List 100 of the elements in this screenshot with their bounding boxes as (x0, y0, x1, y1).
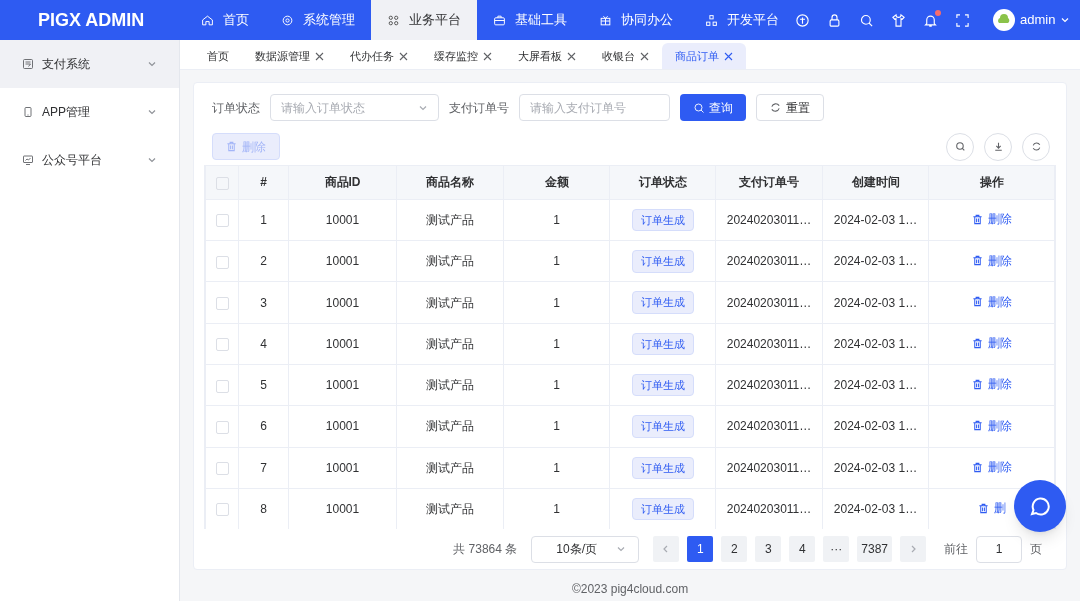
status-tag: 订单生成 (631, 456, 694, 480)
table-cell: 测试产品 (396, 199, 504, 241)
table-cell: 测试产品 (396, 364, 504, 406)
table-cell: 20240203011… (715, 364, 823, 406)
table-cell: 测试产品 (396, 323, 504, 365)
field-label: 订单状态 (212, 99, 260, 117)
table-cell: 2024-02-03 1… (822, 447, 929, 489)
table-cell: 2024-02-03 1… (822, 281, 929, 324)
table-cell: 2024-02-03 1… (822, 405, 929, 448)
logo-text: PIGX ADMIN (37, 8, 146, 32)
table-cell: 20240203011… (715, 240, 823, 282)
delete-link[interactable]: 删除 (971, 416, 1012, 435)
delete-link[interactable]: 删 (977, 499, 1006, 518)
column-header: # (238, 165, 289, 200)
table-cell: 测试产品 (396, 447, 504, 489)
status-tag: 订单生成 (631, 250, 694, 273)
page-tab[interactable]: 首页 (194, 43, 242, 69)
page-tab[interactable]: 收银台 (589, 43, 662, 69)
page-tab[interactable]: 数据源管理 (242, 43, 337, 69)
input-field[interactable]: 请输入支付订单号 (519, 94, 670, 122)
delete-link[interactable]: 删除 (971, 458, 1012, 477)
delete-link[interactable]: 删除 (971, 251, 1012, 270)
column-header: 商品ID (288, 165, 397, 200)
table-cell: 1 (503, 199, 610, 241)
table-cell: 20240203011… (715, 323, 823, 365)
table-cell: 10001 (288, 447, 397, 489)
page-tab[interactable]: 缓存监控 (421, 43, 505, 69)
table-cell: 2 (238, 240, 289, 282)
field-label: 支付订单号 (449, 99, 509, 117)
table-cell: 1 (238, 199, 289, 241)
column-header: 支付订单号 (715, 165, 823, 200)
table-cell: 1 (503, 405, 610, 448)
table-cell: 测试产品 (396, 281, 504, 324)
table-cell: 1 (503, 323, 610, 365)
copyright-text: ©2023 pig4cloud.com (570, 581, 690, 598)
table-cell: 1 (503, 281, 610, 324)
page-button[interactable]: 4 (789, 536, 816, 563)
nav-tab[interactable]: 协同办公 (583, 0, 689, 40)
nav-tab[interactable]: 系统管理 (265, 0, 371, 40)
nav-tab[interactable]: 业务平台 (371, 0, 477, 40)
column-header: 操作 (928, 165, 1055, 200)
jump-label: 前往 (944, 541, 968, 559)
page-button[interactable]: 7387 (857, 536, 892, 563)
sidebar-item[interactable]: 支付系统 (0, 40, 179, 88)
page-button[interactable]: 2 (721, 536, 748, 563)
status-tag: 订单生成 (631, 332, 694, 356)
table-cell: 7 (238, 447, 289, 489)
column-header: 创建时间 (822, 165, 929, 200)
page-button[interactable]: ··· (823, 536, 850, 563)
status-tag: 订单生成 (631, 208, 694, 232)
delete-link[interactable]: 删除 (971, 375, 1012, 394)
status-tag: 订单生成 (631, 373, 694, 397)
jump-suffix: 页 (1030, 541, 1042, 559)
table-cell: 3 (238, 281, 289, 324)
table-cell: 2024-02-03 1… (822, 364, 929, 406)
page-button[interactable]: 3 (755, 536, 782, 563)
table-cell: 1 (503, 364, 610, 406)
table-cell: 10001 (288, 281, 397, 324)
nav-tab[interactable]: 基础工具 (477, 0, 583, 40)
table-cell: 测试产品 (396, 405, 504, 448)
nav-tab[interactable]: 开发平台 (689, 0, 795, 40)
status-tag: 订单生成 (631, 497, 694, 521)
sidebar-item[interactable]: 公众号平台 (0, 136, 179, 184)
page-number-field[interactable]: 1 (976, 535, 1022, 563)
table-cell: 10001 (288, 323, 397, 365)
table-cell: 10001 (288, 199, 397, 241)
table-cell: 10001 (288, 240, 397, 282)
table-cell: 10001 (288, 364, 397, 406)
status-tag: 订单生成 (631, 291, 694, 314)
page-tab[interactable]: 代办任务 (337, 43, 421, 69)
status-tag: 订单生成 (631, 415, 694, 438)
page-tab[interactable]: 大屏看板 (505, 43, 589, 69)
table-cell: 4 (238, 323, 289, 365)
page-tab[interactable]: 商品订单 (662, 43, 746, 69)
page-size-select[interactable]: 10条/页 (531, 535, 640, 563)
table-cell: 5 (238, 364, 289, 406)
table-cell: 2024-02-03 1… (822, 240, 929, 282)
table-cell: 6 (238, 405, 289, 448)
sidebar-item[interactable]: APP管理 (0, 88, 179, 136)
nav-tab[interactable]: 首页 (185, 0, 265, 40)
table-cell: 20240203011… (715, 199, 823, 241)
column-header: 订单状态 (609, 165, 716, 200)
table-cell: 10001 (288, 405, 397, 448)
total-count: 共 73864 条 (453, 541, 518, 559)
table-cell: 1 (503, 447, 610, 489)
table-cell: 1 (503, 240, 610, 282)
column-header: 商品名称 (396, 165, 504, 200)
delete-link[interactable]: 删除 (971, 334, 1012, 353)
delete-link[interactable]: 删除 (971, 292, 1012, 311)
table-cell: 测试产品 (396, 240, 504, 282)
user-menu[interactable]: admin (993, 9, 1071, 31)
table-cell: 20240203011… (715, 447, 823, 489)
delete-link[interactable]: 删除 (971, 210, 1012, 229)
column-header: 金额 (503, 165, 610, 200)
table-cell: 2024-02-03 1… (822, 199, 929, 241)
reset-button[interactable]: 重置 (756, 94, 824, 122)
search-button[interactable]: 查询 (680, 94, 746, 122)
table-cell: 20240203011… (715, 281, 823, 324)
table-cell: 2024-02-03 1… (822, 323, 929, 365)
page-button[interactable]: 1 (687, 536, 714, 563)
